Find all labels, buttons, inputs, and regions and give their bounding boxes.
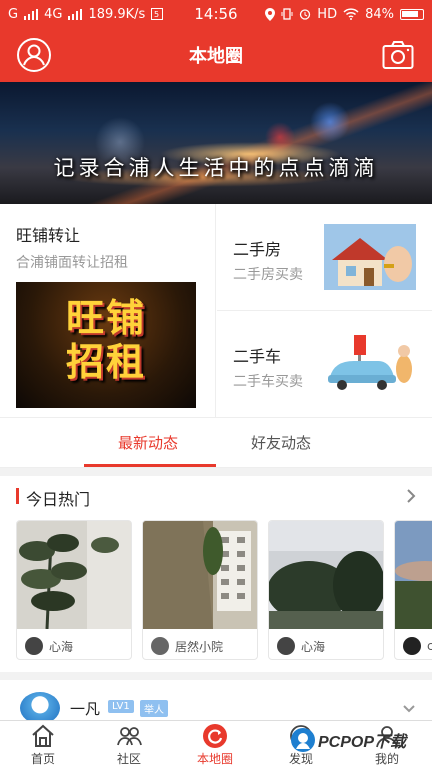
pcpop-logo-icon [291,728,315,752]
banner-carousel[interactable]: 记录合浦人生活中的点点滴滴 [0,82,432,204]
local-circle-icon [203,724,227,748]
feed-tabs: 最新动态 好友动态 [0,418,432,468]
author-avatar [403,637,421,655]
post-photo-plant [17,521,131,629]
house-keys-image [324,224,416,290]
status-bar: G 4G 189.9K/s 5 14:56 HD 84% [0,0,432,28]
second-hand-house-title: 二手房 [233,240,282,259]
hot-post-card[interactable]: 心海 [16,520,132,660]
page-title: 本地圈 [189,46,243,67]
author-avatar [151,637,169,655]
carrier-label: G [8,6,19,22]
hot-today-title: 今日热门 [26,490,91,509]
banner-slogan: 记录合浦人生活中的点点滴滴 [53,156,379,180]
author-avatar [277,637,295,655]
hot-post-card[interactable]: 心海 [268,520,384,660]
hot-post-card[interactable]: 居然小院 [142,520,258,660]
feed-post-preview[interactable]: 一凡 LV1 举人 [0,680,432,724]
post-author[interactable]: 居然小院 [151,637,223,655]
signal-icon [24,8,39,20]
shop-transfer-subtitle: 合浦铺面转让招租 [16,255,128,271]
author-name: c [427,639,432,653]
network-type-label: 4G [44,6,63,22]
rank-badge: 举人 [140,700,168,717]
banner-night-city-image [0,82,432,204]
shop-transfer-title: 旺铺转让 [16,226,81,245]
feed-author-name: 一凡 [70,700,101,718]
second-hand-car-card[interactable]: 二手车 二手车买卖 [217,311,432,418]
post-photo-building [143,521,257,629]
tabbar-local-circle-label: 本地圈 [196,752,233,766]
tabbar-home-label: 首页 [30,752,55,766]
section-accent-bar [16,488,19,504]
hot-today-section: 今日热门 心海 居然小院 心海 [0,476,432,672]
second-hand-car-title: 二手车 [233,347,282,366]
author-avatar [25,637,43,655]
author-name: 心海 [49,639,74,654]
network-speed: 189.9K/s [88,6,146,22]
tabbar-community-label: 社区 [116,752,141,766]
second-hand-house-card[interactable]: 二手房 二手房买卖 [217,204,432,311]
notification-icon: 5 [151,8,164,20]
active-tab-indicator [84,464,216,467]
home-icon [32,724,54,747]
pcpop-watermark: PCPOP下载 [290,720,406,760]
chevron-down-icon[interactable] [402,704,416,714]
tabbar-community[interactable]: 社区 [86,721,172,768]
vibrate-icon [281,8,293,20]
tabbar-home[interactable]: 首页 [0,721,86,768]
hd-label: HD [317,6,338,22]
location-icon [265,7,276,21]
post-author[interactable]: 心海 [25,637,73,655]
alarm-icon [300,9,311,20]
level-badge: LV1 [108,700,134,713]
watermark-text: PCPOP下载 [318,734,407,751]
promo-section: 旺铺转让 合浦铺面转让招租 旺铺 招租 二手房 二手房买卖 二手车 二手车买卖 [0,204,432,418]
svg-text:5: 5 [154,10,159,19]
tab-friends[interactable]: 好友动态 [251,432,311,453]
app-header: 本地圈 [0,28,432,82]
shop-transfer-card[interactable]: 旺铺转让 合浦铺面转让招租 旺铺 招租 [0,204,216,418]
wifi-icon [343,8,359,20]
signal-icon [68,8,83,20]
post-author[interactable]: 心海 [277,637,325,655]
tabbar-local-circle[interactable]: 本地圈 [172,721,258,768]
battery-icon [400,8,424,20]
hot-today-carousel[interactable]: 心海 居然小院 心海 [16,520,432,662]
second-hand-house-subtitle: 二手房买卖 [233,267,303,283]
camera-icon[interactable] [382,40,414,70]
post-author[interactable]: c [403,637,432,655]
shop-transfer-image-text: 旺铺 招租 [65,296,146,384]
chevron-right-icon[interactable] [406,488,416,504]
battery-percent: 84% [365,6,394,22]
second-hand-car-subtitle: 二手车买卖 [233,374,303,390]
author-name: 居然小院 [175,639,224,654]
author-name: 心海 [301,639,326,654]
tab-latest[interactable]: 最新动态 [118,432,178,453]
user-avatar-icon[interactable] [16,37,52,73]
hot-post-card[interactable]: c [394,520,432,660]
post-photo-sky [395,521,432,629]
used-car-image [324,331,416,397]
community-icon [117,727,142,746]
shop-transfer-image: 旺铺 招租 [16,282,196,408]
post-photo-trees [269,521,383,629]
